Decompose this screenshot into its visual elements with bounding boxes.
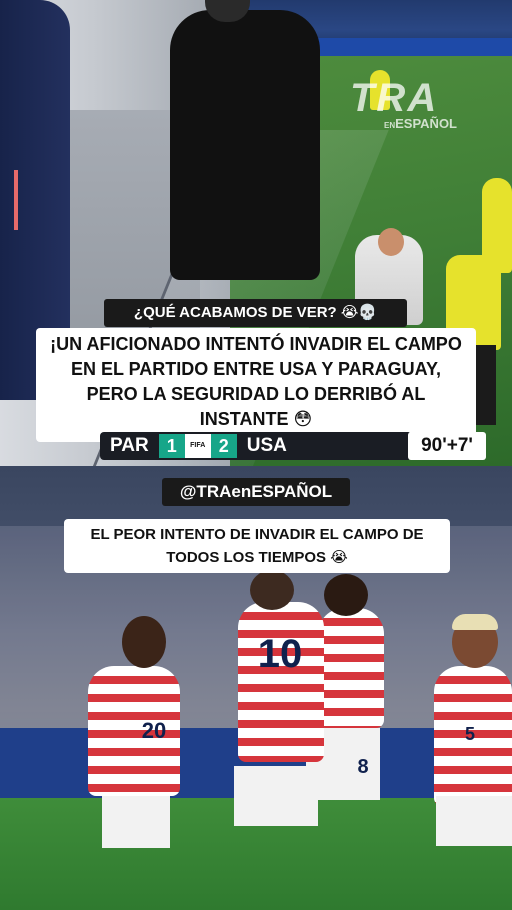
reaction-tag: ¿QUÉ ACABAMOS DE VER? 😭💀 <box>104 299 407 327</box>
jersey-number: 5 <box>464 724 475 744</box>
watermark-logo: TRA ENESPAÑOL <box>350 78 490 148</box>
scoreboard: PAR 1 FIFA 2 USA <box>100 432 412 460</box>
account-handle: @TRAenESPAÑOL <box>162 478 350 506</box>
player-10: 10 <box>238 602 324 762</box>
player-head <box>250 570 294 610</box>
steward-edge <box>482 178 512 273</box>
away-team: USA <box>246 435 287 456</box>
shorts-number: 8 <box>357 756 369 778</box>
bottom-caption: EL PEOR INTENTO DE INVADIR EL CAMPO DE T… <box>64 519 450 573</box>
player-head <box>122 616 166 668</box>
watermark-sub: ENESPAÑOL <box>384 116 458 131</box>
player-shorts <box>102 796 170 848</box>
competition-logo: FIFA <box>184 434 211 458</box>
home-team: PAR <box>110 435 149 456</box>
fan-head <box>378 228 404 256</box>
security-guard <box>170 10 320 280</box>
headline-caption: ¡UN AFICIONADO INTENTÓ INVADIR EL CAMPO … <box>36 328 476 442</box>
jersey-number: 20 <box>141 718 167 743</box>
player-shorts <box>234 766 318 826</box>
player-shorts <box>436 796 512 846</box>
watermark-main: TRA <box>350 76 439 120</box>
player-5: 5 <box>434 666 512 806</box>
player-20: 20 <box>88 666 180 796</box>
match-clock: 90'+7' <box>408 432 486 460</box>
away-score: 2 <box>210 434 237 458</box>
home-score: 1 <box>158 434 185 458</box>
player-8 <box>318 608 384 728</box>
jacket-stripe <box>14 170 18 230</box>
player-hair <box>452 614 498 630</box>
jersey-number: 10 <box>257 632 303 676</box>
player-head <box>324 574 368 616</box>
